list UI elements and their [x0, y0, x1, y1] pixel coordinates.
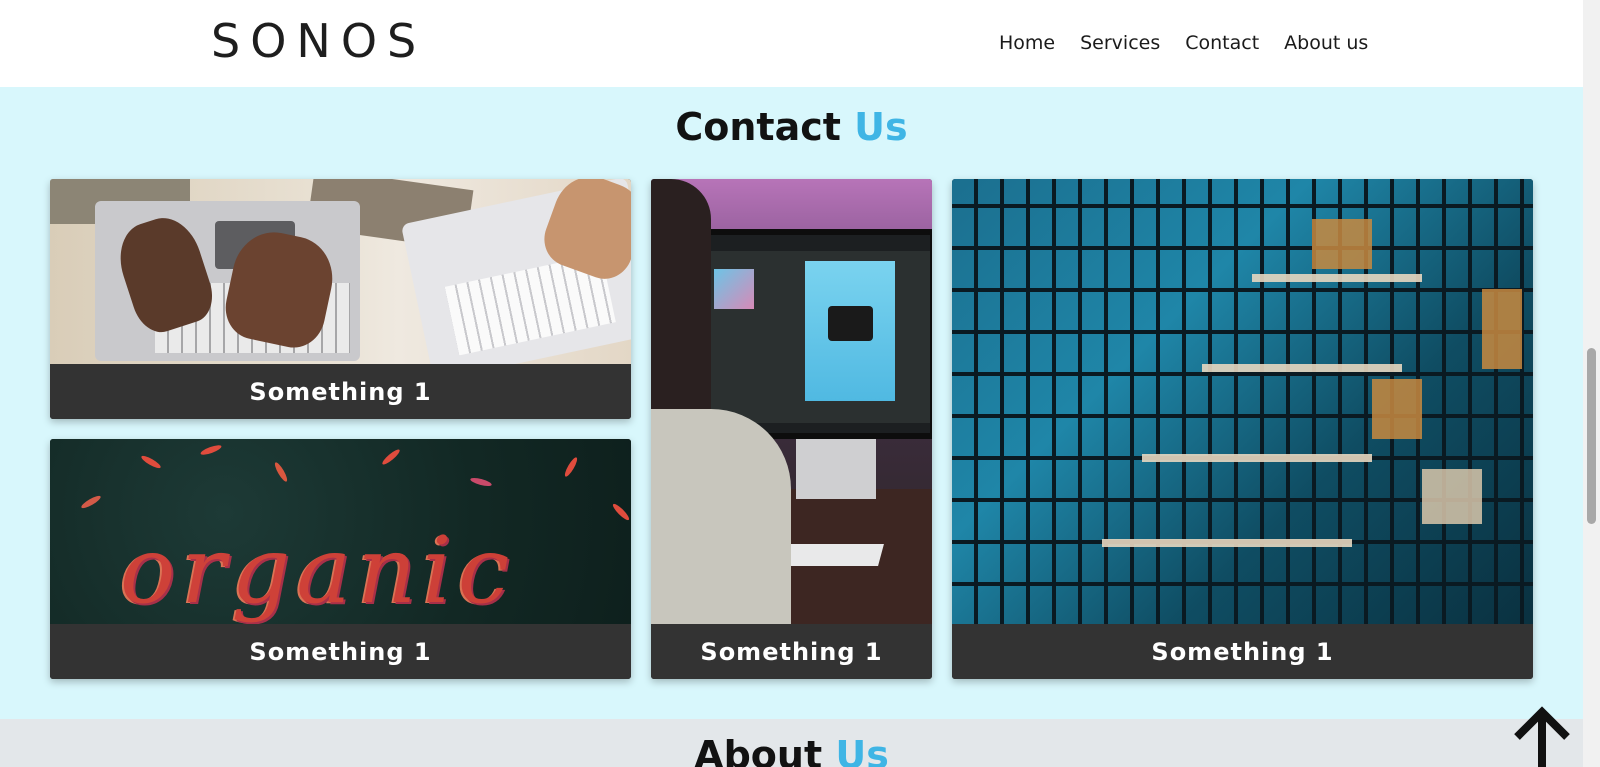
page-scrollbar[interactable] [1583, 0, 1600, 767]
about-title: About Us [0, 733, 1583, 767]
organic-lettering-graphic: organic [120, 517, 516, 624]
image-detail [651, 409, 791, 629]
contact-title-accent: Us [854, 105, 908, 149]
contact-title-main: Contact [675, 105, 841, 149]
nav-about-link[interactable]: About us [1284, 32, 1368, 54]
about-title-main: About [694, 733, 823, 767]
sonos-logo[interactable]: SONOS [211, 14, 426, 68]
building-image [952, 179, 1533, 624]
card-caption: Something 1 [651, 624, 932, 679]
arrow-up-icon [1514, 706, 1570, 767]
monitor-graphic [696, 229, 932, 439]
main-nav: Home Services Contact About us [999, 32, 1368, 54]
organic-image: organic [50, 439, 631, 624]
card-caption: Something 1 [952, 624, 1533, 679]
site-header: SONOS Home Services Contact About us [0, 0, 1583, 87]
image-detail [796, 439, 876, 499]
contact-card-photographer[interactable]: Something 1 [651, 179, 932, 679]
contact-title: Contact Us [0, 105, 1583, 149]
nav-home-link[interactable]: Home [999, 32, 1055, 54]
scrollbar-thumb[interactable] [1587, 348, 1596, 524]
nav-contact-link[interactable]: Contact [1185, 32, 1259, 54]
nav-services-link[interactable]: Services [1080, 32, 1160, 54]
back-to-top-button[interactable] [1511, 703, 1573, 767]
contact-card-organic[interactable]: organic Something 1 [50, 439, 631, 679]
card-caption: Something 1 [50, 364, 631, 419]
about-title-accent: Us [835, 733, 889, 767]
contact-card-laptops[interactable]: Something 1 [50, 179, 631, 419]
contact-section: Contact Us Something 1 organic Something… [0, 87, 1583, 719]
card-caption: Something 1 [50, 624, 631, 679]
person-graphic [651, 179, 711, 419]
about-section: About Us [0, 719, 1583, 767]
laptops-image [50, 179, 631, 382]
photographer-image [651, 179, 932, 629]
contact-card-building[interactable]: Something 1 [952, 179, 1533, 679]
